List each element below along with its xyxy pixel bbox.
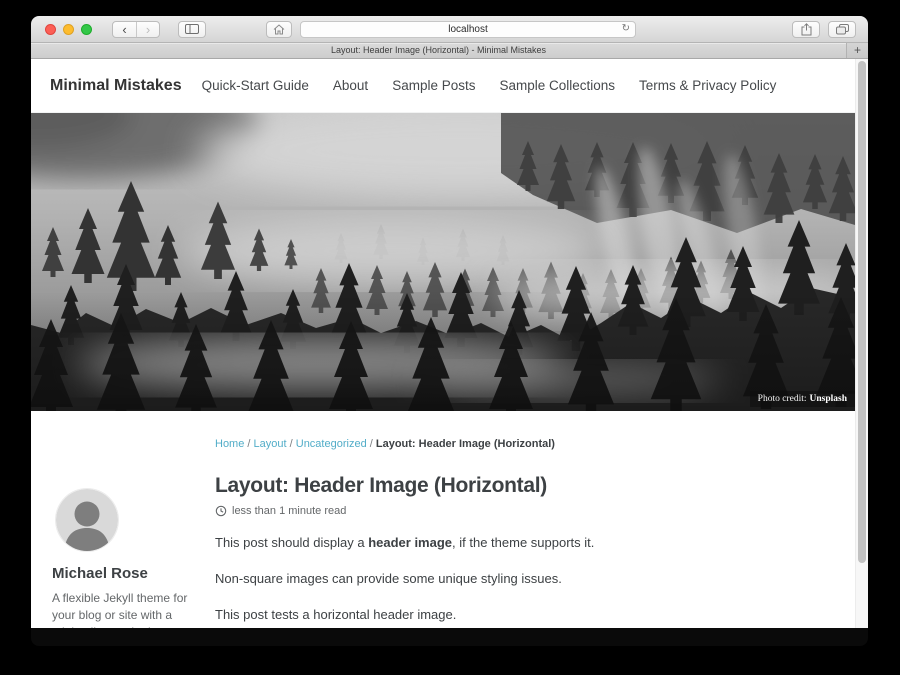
browser-titlebar: ‹ › localhost ↻ xyxy=(31,16,868,42)
tab-overview-button[interactable] xyxy=(828,21,856,38)
paragraph-1: This post should display a header image,… xyxy=(215,533,815,553)
paragraph-2: Non-square images can provide some uniqu… xyxy=(215,569,815,589)
nav-item-terms-privacy[interactable]: Terms & Privacy Policy xyxy=(639,78,776,93)
article-content: Michael Rose A flexible Jekyll theme for… xyxy=(31,411,855,626)
breadcrumb: Home / Layout / Uncategorized / Layout: … xyxy=(215,438,815,450)
window-controls xyxy=(45,24,92,35)
home-icon xyxy=(273,24,285,35)
sidebar-toggle-button[interactable] xyxy=(178,21,206,38)
author-name: Michael Rose xyxy=(52,565,197,582)
tab-bar: Layout: Header Image (Horizontal) - Mini… xyxy=(31,42,868,59)
photo-credit-link[interactable]: Unsplash xyxy=(810,394,848,404)
share-button[interactable] xyxy=(792,21,820,38)
share-icon xyxy=(801,23,812,36)
address-bar[interactable]: localhost ↻ xyxy=(300,21,636,38)
paragraph-1-text: This post should display a xyxy=(215,535,368,550)
reload-icon[interactable]: ↻ xyxy=(622,23,630,34)
page-title: Layout: Header Image (Horizontal) xyxy=(215,473,815,498)
author-avatar xyxy=(56,489,118,551)
site-nav: Quick-Start Guide About Sample Posts Sam… xyxy=(202,78,777,93)
paragraph-1-text-after: , if the theme supports it. xyxy=(452,535,594,550)
breadcrumb-separator: / xyxy=(370,438,373,450)
back-button[interactable]: ‹ xyxy=(113,22,136,37)
zoom-button[interactable] xyxy=(81,24,92,35)
page-viewport: Minimal Mistakes Quick-Start Guide About… xyxy=(31,59,868,628)
paragraph-3: This post tests a horizontal header imag… xyxy=(215,605,815,625)
active-tab[interactable]: Layout: Header Image (Horizontal) - Mini… xyxy=(31,43,846,58)
header-image: Photo credit:Unsplash xyxy=(31,113,855,411)
foggy-forest-photo xyxy=(31,113,855,411)
nav-item-sample-posts[interactable]: Sample Posts xyxy=(392,78,475,93)
address-bar-text: localhost xyxy=(448,24,487,35)
browser-window: ‹ › localhost ↻ Layou xyxy=(31,16,868,646)
new-tab-button[interactable]: + xyxy=(846,43,868,58)
author-bio: A flexible Jekyll theme for your blog or… xyxy=(52,590,190,628)
scrollbar-track[interactable] xyxy=(855,59,868,628)
author-sidebar: Michael Rose A flexible Jekyll theme for… xyxy=(52,489,197,628)
close-button[interactable] xyxy=(45,24,56,35)
photo-credit-label: Photo credit: xyxy=(758,394,807,404)
sidebar-icon xyxy=(185,24,199,34)
history-nav: ‹ › xyxy=(112,21,160,38)
read-time-meta: less than 1 minute read xyxy=(215,505,815,517)
page-content: Minimal Mistakes Quick-Start Guide About… xyxy=(31,59,855,628)
article-main: Home / Layout / Uncategorized / Layout: … xyxy=(215,411,815,626)
breadcrumb-separator: / xyxy=(247,438,250,450)
breadcrumb-layout-link[interactable]: Layout xyxy=(254,438,287,450)
tab-overview-icon xyxy=(836,24,849,35)
breadcrumb-current: Layout: Header Image (Horizontal) xyxy=(376,438,555,450)
nav-item-quick-start-guide[interactable]: Quick-Start Guide xyxy=(202,78,309,93)
read-time-label: less than 1 minute read xyxy=(232,505,346,517)
minimize-button[interactable] xyxy=(63,24,74,35)
breadcrumb-home-link[interactable]: Home xyxy=(215,438,244,450)
breadcrumb-separator: / xyxy=(290,438,293,450)
paragraph-1-bold: header image xyxy=(368,535,452,550)
scrollbar-thumb[interactable] xyxy=(858,61,866,563)
photo-credit-caption: Photo credit:Unsplash xyxy=(750,391,855,407)
site-masthead: Minimal Mistakes Quick-Start Guide About… xyxy=(31,59,855,113)
post-body: This post should display a header image,… xyxy=(215,533,815,625)
site-title-link[interactable]: Minimal Mistakes xyxy=(50,77,182,95)
breadcrumb-uncategorized-link[interactable]: Uncategorized xyxy=(296,438,367,450)
forward-button[interactable]: › xyxy=(136,22,159,37)
nav-item-sample-collections[interactable]: Sample Collections xyxy=(499,78,615,93)
nav-item-about[interactable]: About xyxy=(333,78,368,93)
clock-icon xyxy=(215,505,227,517)
home-button[interactable] xyxy=(266,21,292,38)
